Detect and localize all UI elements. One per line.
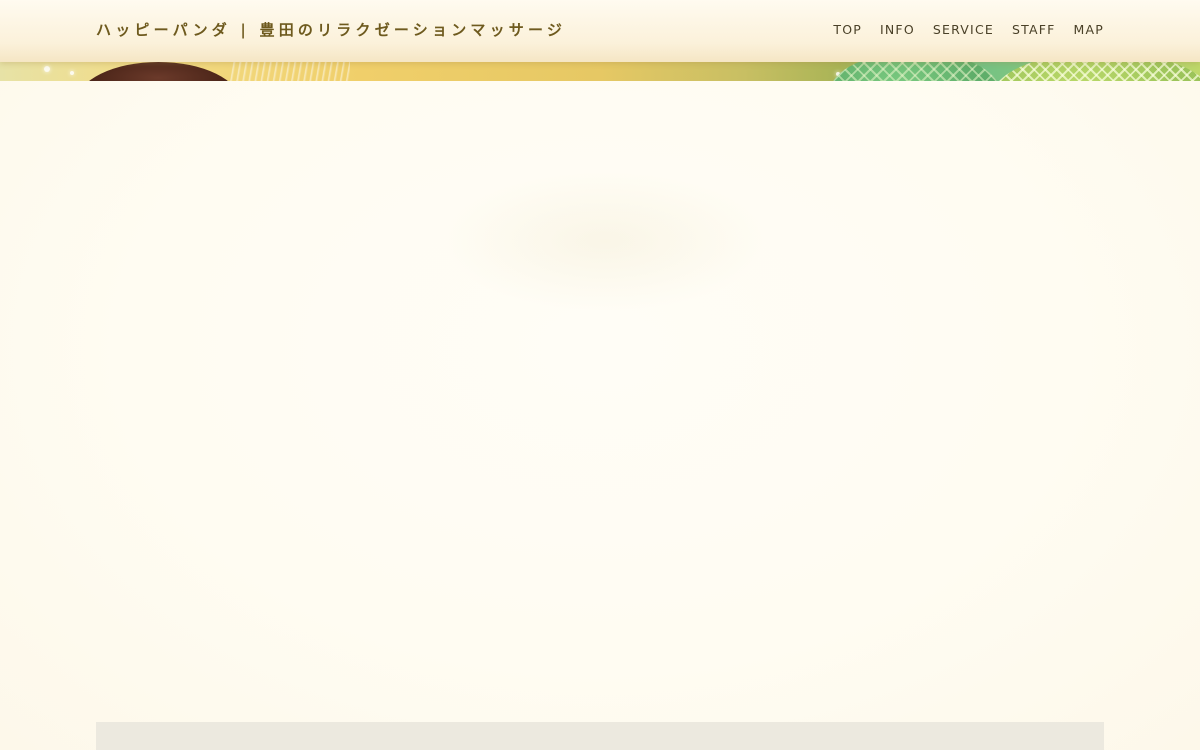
site-header: ハッピーパンダ | 豊田のリラクゼーションマッサージ TOP INFO SERV… bbox=[0, 0, 1200, 62]
hero-image bbox=[0, 62, 1200, 81]
melon-image bbox=[992, 62, 1200, 81]
nav-item-top[interactable]: TOP bbox=[833, 22, 862, 37]
nav-item-map[interactable]: MAP bbox=[1074, 22, 1104, 37]
light-rays bbox=[230, 62, 350, 81]
page: ハッピーパンダ | 豊田のリラクゼーションマッサージ TOP INFO SERV… bbox=[0, 0, 1200, 750]
melon-image bbox=[830, 62, 1000, 81]
hero-content-area bbox=[0, 81, 1200, 750]
site-title[interactable]: ハッピーパンダ | 豊田のリラクゼーションマッサージ bbox=[96, 19, 566, 40]
content-panel bbox=[96, 722, 1104, 750]
nav-item-info[interactable]: INFO bbox=[880, 22, 915, 37]
nav-item-service[interactable]: SERVICE bbox=[933, 22, 994, 37]
sparkle bbox=[44, 66, 50, 72]
faint-glow bbox=[440, 171, 770, 311]
model-hair bbox=[77, 62, 240, 81]
main-nav: TOP INFO SERVICE STAFF MAP bbox=[833, 22, 1104, 37]
sparkle bbox=[70, 71, 74, 75]
nav-item-staff[interactable]: STAFF bbox=[1012, 22, 1056, 37]
